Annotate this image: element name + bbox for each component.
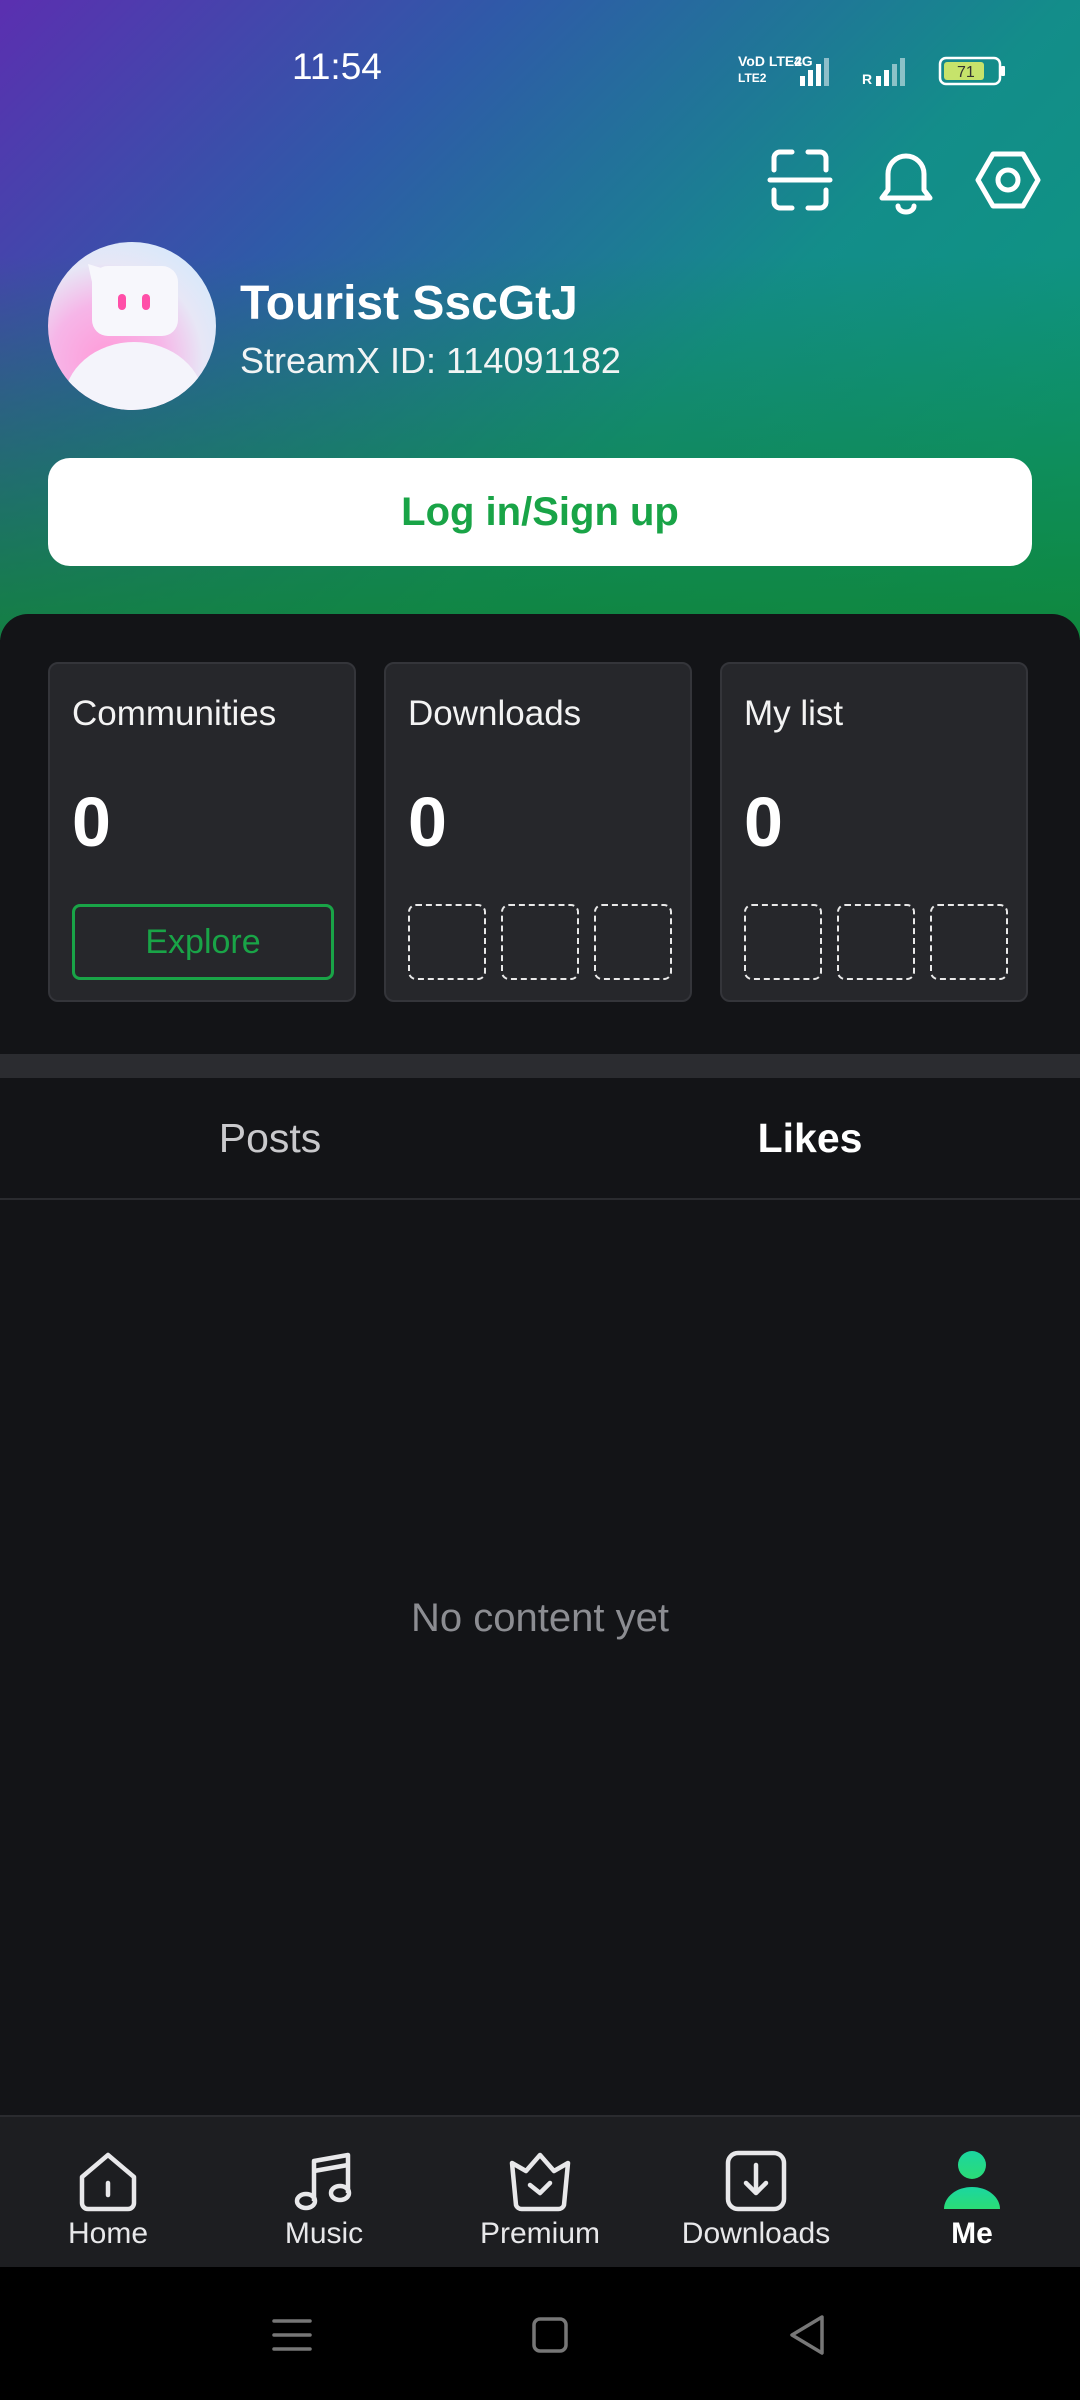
- crown-icon: [509, 2152, 571, 2212]
- tab-posts[interactable]: Posts: [0, 1078, 540, 1198]
- home-square-icon[interactable]: [520, 2305, 580, 2365]
- network-type-label: 4G: [794, 53, 813, 69]
- battery-level: 71: [957, 64, 975, 81]
- svg-text:LTE2: LTE2: [738, 71, 767, 85]
- music-note-icon: [294, 2152, 352, 2211]
- system-navigation-bar: [0, 2267, 1080, 2400]
- avatar[interactable]: [48, 242, 216, 410]
- bottom-navigation: Home Music Premium Downloads Me: [0, 2115, 1080, 2269]
- home-icon: [79, 2152, 137, 2212]
- nav-home[interactable]: Home: [0, 2117, 216, 2269]
- volte-label: VoD LTE2: [738, 53, 802, 69]
- person-icon: [944, 2151, 1000, 2209]
- status-bar: 11:54 VoD LTE2 LTE2 4G R 71: [0, 0, 1080, 140]
- empty-slot: [837, 904, 915, 980]
- profile-header: 11:54 VoD LTE2 LTE2 4G R 71 Tourist SscG…: [0, 0, 1080, 640]
- card-count: 0: [744, 783, 783, 861]
- empty-slot: [930, 904, 1008, 980]
- robot-avatar-icon: [64, 264, 204, 410]
- scan-icon[interactable]: [760, 140, 840, 220]
- nav-downloads[interactable]: Downloads: [648, 2117, 864, 2269]
- settings-icon[interactable]: [968, 140, 1048, 220]
- card-count: 0: [408, 783, 447, 861]
- content-tabs: Posts Likes: [0, 1078, 1080, 1200]
- header-actions: [760, 140, 1060, 220]
- card-title: Downloads: [408, 694, 582, 733]
- my-list-card[interactable]: My list 0: [720, 662, 1028, 1002]
- profile-id: StreamX ID: 114091182: [240, 340, 621, 381]
- nav-label: Premium: [479, 2217, 600, 2250]
- empty-slot: [744, 904, 822, 980]
- nav-label: Me: [951, 2217, 993, 2250]
- menu-icon[interactable]: [262, 2305, 322, 2365]
- downloads-card[interactable]: Downloads 0: [384, 662, 692, 1002]
- nav-music[interactable]: Music: [216, 2117, 432, 2269]
- bell-icon[interactable]: [866, 140, 946, 220]
- empty-slot: [501, 904, 579, 980]
- download-icon: [725, 2150, 787, 2212]
- nav-me[interactable]: Me: [864, 2117, 1080, 2269]
- communities-card[interactable]: Communities 0 Explore: [48, 662, 356, 1002]
- nav-premium[interactable]: Premium: [432, 2117, 648, 2269]
- card-count: 0: [72, 783, 111, 861]
- nav-label: Music: [284, 2217, 364, 2250]
- empty-state-text: No content yet: [411, 1596, 669, 1640]
- card-title: Communities: [72, 694, 277, 733]
- tab-likes[interactable]: Likes: [540, 1078, 1080, 1198]
- empty-slot: [594, 904, 672, 980]
- back-triangle-icon[interactable]: [778, 2305, 838, 2365]
- status-time: 11:54: [292, 46, 382, 87]
- nav-label: Downloads: [681, 2217, 831, 2250]
- explore-button[interactable]: Explore: [72, 904, 334, 980]
- section-divider: [0, 1054, 1080, 1078]
- empty-slot: [408, 904, 486, 980]
- status-indicators: VoD LTE2 LTE2 4G R 71: [738, 53, 1005, 87]
- profile-name: Tourist SscGtJ: [240, 277, 578, 330]
- login-signup-button[interactable]: Log in/Sign up: [48, 458, 1032, 566]
- card-title: My list: [744, 694, 844, 733]
- nav-label: Home: [67, 2217, 149, 2250]
- roaming-label: R: [862, 71, 872, 87]
